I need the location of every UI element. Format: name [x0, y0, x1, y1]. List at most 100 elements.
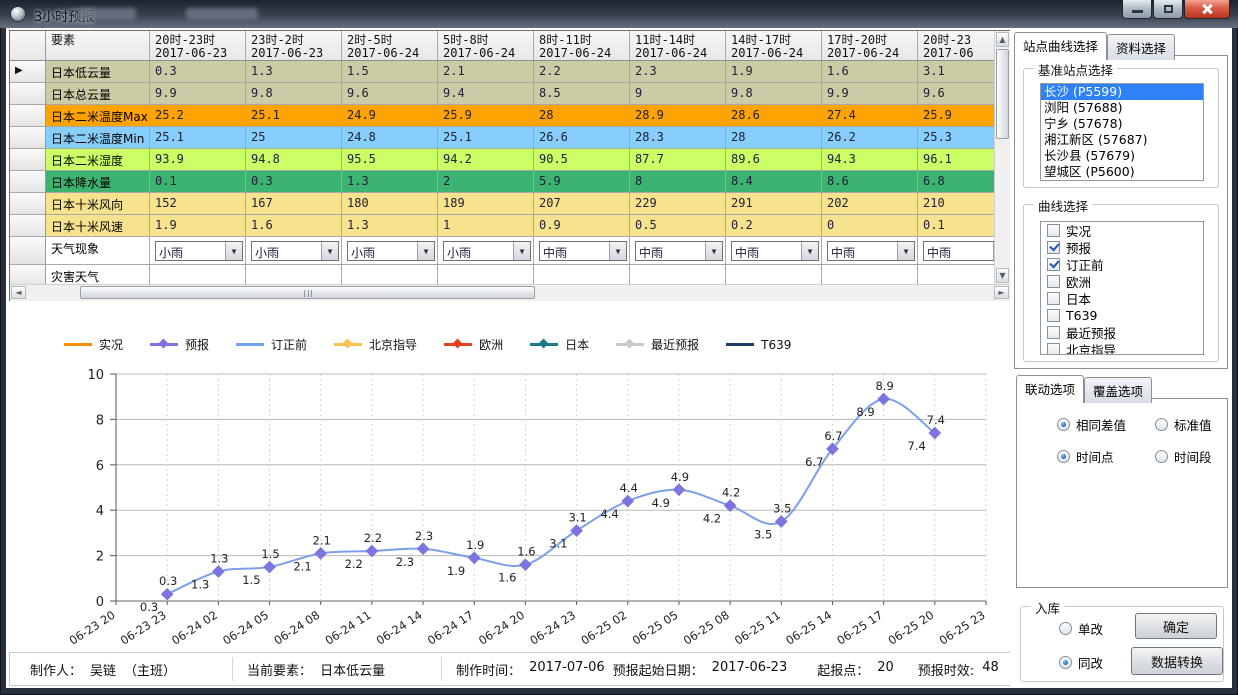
weather-dropdown[interactable]: 小雨▼ — [443, 241, 531, 261]
checkbox-icon[interactable] — [1047, 309, 1060, 322]
curve-checkbox-row[interactable]: 订正前 — [1041, 256, 1203, 273]
value-cell[interactable]: 25 — [246, 127, 342, 149]
value-cell[interactable]: 87.7 — [630, 149, 726, 171]
hazard-cell[interactable] — [918, 265, 994, 284]
hazard-cell[interactable] — [822, 265, 918, 284]
value-cell[interactable]: 1.6 — [822, 61, 918, 83]
value-cell[interactable]: 93.9 — [150, 149, 246, 171]
value-cell[interactable]: 8 — [630, 171, 726, 193]
value-cell[interactable]: 9.9 — [822, 83, 918, 105]
vertical-scroll-thumb[interactable] — [996, 49, 1009, 139]
checkbox-icon[interactable] — [1047, 258, 1060, 271]
chevron-down-icon[interactable]: ▼ — [609, 242, 626, 260]
value-cell[interactable]: 1.3 — [342, 171, 438, 193]
value-cell[interactable]: 25.1 — [438, 127, 534, 149]
chevron-down-icon[interactable]: ▼ — [225, 242, 242, 260]
value-cell[interactable]: 0 — [822, 215, 918, 237]
close-button[interactable] — [1184, 0, 1230, 19]
curve-checkbox-row[interactable]: 日本 — [1041, 290, 1203, 307]
value-cell[interactable]: 0.2 — [726, 215, 822, 237]
hazard-cell[interactable] — [438, 265, 534, 284]
value-cell[interactable]: 229 — [630, 193, 726, 215]
station-list-item[interactable]: 长沙 (P5599) — [1041, 84, 1203, 100]
checkbox-icon[interactable] — [1047, 275, 1060, 288]
value-cell[interactable]: 25.1 — [150, 127, 246, 149]
value-cell[interactable]: 89.6 — [726, 149, 822, 171]
confirm-button[interactable]: 确定 — [1135, 613, 1217, 639]
value-cell[interactable]: 152 — [150, 193, 246, 215]
value-cell[interactable]: 2.2 — [534, 61, 630, 83]
table-horizontal-scrollbar[interactable]: ◄ ► — [10, 284, 1010, 301]
value-cell[interactable]: 1.9 — [150, 215, 246, 237]
value-cell[interactable]: 9.6 — [342, 83, 438, 105]
value-cell[interactable]: 28.9 — [630, 105, 726, 127]
chevron-down-icon[interactable]: ▼ — [321, 242, 338, 260]
hazard-cell[interactable] — [246, 265, 342, 284]
tab-station-curve-select[interactable]: 站点曲线选择 — [1014, 32, 1107, 60]
checkbox-icon[interactable] — [1047, 241, 1060, 254]
value-cell[interactable]: 28.3 — [630, 127, 726, 149]
value-cell[interactable]: 9.8 — [246, 83, 342, 105]
horizontal-scroll-thumb[interactable] — [80, 286, 535, 299]
value-cell[interactable]: 9.6 — [918, 83, 994, 105]
checkbox-icon[interactable] — [1047, 343, 1060, 355]
value-cell[interactable]: 90.5 — [534, 149, 630, 171]
value-cell[interactable]: 180 — [342, 193, 438, 215]
value-cell[interactable]: 210 — [918, 193, 994, 215]
station-list-item[interactable]: 湘江新区 (57687) — [1041, 132, 1203, 148]
value-cell[interactable]: 6.8 — [918, 171, 994, 193]
value-cell[interactable]: 5.9 — [534, 171, 630, 193]
value-cell[interactable]: 2 — [438, 171, 534, 193]
table-vertical-scrollbar[interactable]: ▲ ▼ — [994, 31, 1010, 284]
scroll-left-icon[interactable]: ◄ — [11, 286, 26, 299]
value-cell[interactable]: 0.3 — [150, 61, 246, 83]
value-cell[interactable]: 28 — [726, 127, 822, 149]
weather-dropdown[interactable]: 中雨▼ — [827, 241, 915, 261]
value-cell[interactable]: 25.9 — [918, 105, 994, 127]
radio-time-point[interactable]: 时间点 — [1057, 447, 1114, 466]
value-cell[interactable]: 0.1 — [150, 171, 246, 193]
value-cell[interactable]: 1.5 — [342, 61, 438, 83]
tab-link-options[interactable]: 联动选项 — [1016, 375, 1084, 403]
weather-dropdown[interactable]: 中雨▼ — [731, 241, 819, 261]
value-cell[interactable]: 1.3 — [246, 61, 342, 83]
value-cell[interactable]: 9.9 — [150, 83, 246, 105]
value-cell[interactable]: 96.1 — [918, 149, 994, 171]
value-cell[interactable]: 27.4 — [822, 105, 918, 127]
value-cell[interactable]: 1.3 — [342, 215, 438, 237]
value-cell[interactable]: 202 — [822, 193, 918, 215]
station-list-item[interactable]: 长沙县 (57679) — [1041, 148, 1203, 164]
chevron-down-icon[interactable]: ▼ — [705, 242, 722, 260]
value-cell[interactable]: 9.8 — [726, 83, 822, 105]
value-cell[interactable]: 28.6 — [726, 105, 822, 127]
weather-dropdown[interactable]: 中雨▼ — [635, 241, 723, 261]
value-cell[interactable]: 189 — [438, 193, 534, 215]
station-list-item[interactable]: 望城区 (P5600) — [1041, 164, 1203, 180]
value-cell[interactable]: 1.6 — [246, 215, 342, 237]
value-cell[interactable]: 0.9 — [534, 215, 630, 237]
hazard-cell[interactable] — [534, 265, 630, 284]
hazard-cell[interactable] — [342, 265, 438, 284]
radio-time-range[interactable]: 时间段 — [1155, 447, 1212, 466]
radio-same-diff[interactable]: 相同差值 — [1057, 415, 1126, 434]
hazard-cell[interactable] — [150, 265, 246, 284]
checkbox-icon[interactable] — [1047, 292, 1060, 305]
curve-checkbox-row[interactable]: 欧洲 — [1041, 273, 1203, 290]
value-cell[interactable]: 0.5 — [630, 215, 726, 237]
scroll-right-icon[interactable]: ► — [994, 286, 1009, 299]
weather-dropdown[interactable]: 中雨▼ — [923, 241, 994, 261]
hazard-cell[interactable] — [726, 265, 822, 284]
value-cell[interactable]: 26.2 — [822, 127, 918, 149]
value-cell[interactable]: 24.9 — [342, 105, 438, 127]
chevron-down-icon[interactable]: ▼ — [513, 242, 530, 260]
value-cell[interactable]: 291 — [726, 193, 822, 215]
value-cell[interactable]: 28 — [534, 105, 630, 127]
value-cell[interactable]: 3.1 — [918, 61, 994, 83]
value-cell[interactable]: 25.3 — [918, 127, 994, 149]
weather-dropdown[interactable]: 小雨▼ — [155, 241, 243, 261]
curve-checkbox-row[interactable]: 预报 — [1041, 239, 1203, 256]
weather-dropdown[interactable]: 小雨▼ — [347, 241, 435, 261]
weather-dropdown[interactable]: 中雨▼ — [539, 241, 627, 261]
value-cell[interactable]: 0.3 — [246, 171, 342, 193]
value-cell[interactable]: 2.3 — [630, 61, 726, 83]
